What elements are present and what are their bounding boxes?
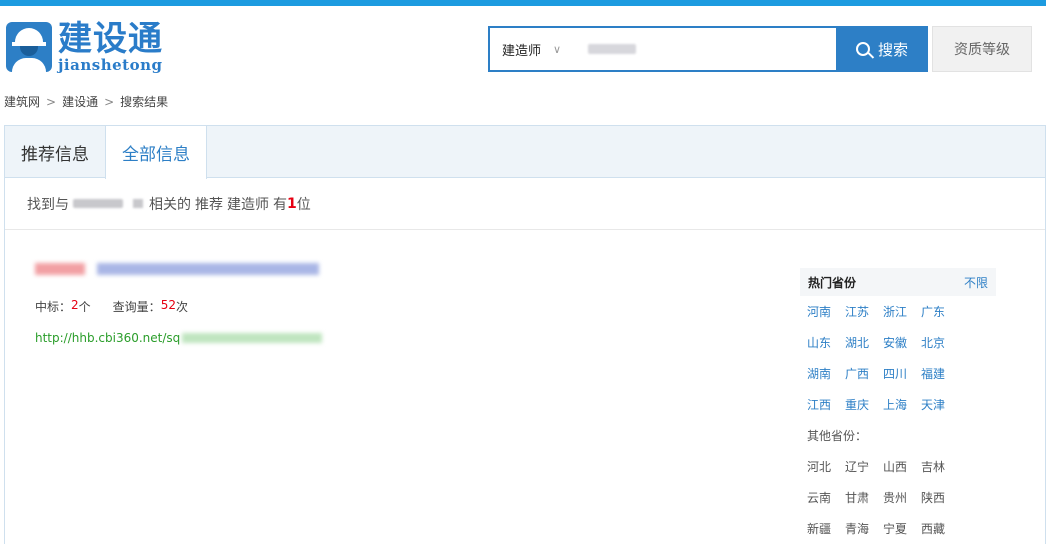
province-link[interactable]: 山西 bbox=[883, 458, 907, 475]
province-link[interactable]: 浙江 bbox=[883, 303, 907, 320]
list-item: 中标： 2 个 查询量： 52 次 http://hhb.cbi360.net/… bbox=[35, 258, 355, 345]
province-link[interactable]: 江苏 bbox=[845, 303, 869, 320]
province-all-link[interactable]: 不限 bbox=[964, 274, 988, 291]
blurred-keyword bbox=[133, 199, 143, 208]
province-link[interactable]: 湖北 bbox=[845, 334, 869, 351]
result-title-link[interactable] bbox=[35, 258, 355, 280]
province-link[interactable]: 云南 bbox=[807, 489, 831, 506]
blurred-name bbox=[35, 263, 85, 275]
breadcrumb-separator: > bbox=[104, 94, 115, 109]
blurred-company bbox=[97, 263, 319, 275]
summary-prefix: 找到与 bbox=[27, 196, 69, 213]
province-row: 新疆 青海 宁夏 西藏 bbox=[800, 513, 996, 544]
tab-all[interactable]: 全部信息 bbox=[105, 126, 207, 179]
summary-category: 建造师 bbox=[227, 196, 269, 213]
breadcrumb: 建筑网 > 建设通 > 搜索结果 bbox=[4, 93, 168, 110]
province-link[interactable]: 四川 bbox=[883, 365, 907, 382]
province-link[interactable]: 陕西 bbox=[921, 489, 945, 506]
qualification-grade-button[interactable]: 资质等级 bbox=[932, 26, 1032, 72]
breadcrumb-current: 搜索结果 bbox=[120, 95, 169, 109]
province-link[interactable]: 广西 bbox=[845, 365, 869, 382]
breadcrumb-item[interactable]: 建设通 bbox=[62, 93, 98, 110]
summary-mid: 相关的 bbox=[149, 196, 191, 213]
province-row: 湖南 广西 四川 福建 bbox=[800, 358, 996, 389]
province-link[interactable]: 河南 bbox=[807, 303, 831, 320]
province-row: 云南 甘肃 贵州 陕西 bbox=[800, 482, 996, 513]
blurred-search-text bbox=[588, 44, 636, 54]
site-logo[interactable]: 建设通 jianshetong bbox=[6, 20, 163, 74]
province-row: 江西 重庆 上海 天津 bbox=[800, 389, 996, 420]
province-filter-header: 热门省份 不限 bbox=[800, 268, 996, 296]
search-icon bbox=[855, 42, 870, 56]
province-link[interactable]: 青海 bbox=[845, 520, 869, 537]
province-link[interactable]: 重庆 bbox=[845, 396, 869, 413]
result-stats: 中标： 2 个 查询量： 52 次 bbox=[35, 298, 355, 315]
summary-has: 有 bbox=[273, 196, 287, 213]
province-row: 河南 江苏 浙江 广东 bbox=[800, 296, 996, 327]
province-link[interactable]: 吉林 bbox=[921, 458, 945, 475]
province-row: 河北 辽宁 山西 吉林 bbox=[800, 451, 996, 482]
logo-text: 建设通 jianshetong bbox=[58, 21, 163, 73]
search-category-value: 建造师 bbox=[502, 43, 542, 59]
query-label: 查询量： bbox=[112, 300, 161, 314]
blurred-url bbox=[182, 333, 323, 343]
logo-en: jianshetong bbox=[58, 56, 163, 74]
province-link[interactable]: 甘肃 bbox=[845, 489, 869, 506]
query-unit: 次 bbox=[175, 300, 188, 314]
result-count: 1 bbox=[287, 195, 297, 212]
breadcrumb-separator: > bbox=[46, 94, 57, 109]
result-url-text: http://hhb.cbi360.net/sq bbox=[35, 331, 181, 345]
province-link[interactable]: 福建 bbox=[921, 365, 945, 382]
province-link[interactable]: 河北 bbox=[807, 458, 831, 475]
bid-label: 中标： bbox=[35, 300, 72, 314]
search-button-label: 搜索 bbox=[877, 40, 908, 59]
tab-recommended[interactable]: 推荐信息 bbox=[5, 126, 105, 178]
province-link[interactable]: 辽宁 bbox=[845, 458, 869, 475]
search-category-select[interactable]: 建造师 ∨ bbox=[490, 28, 586, 70]
province-link[interactable]: 湖南 bbox=[807, 365, 831, 382]
province-link[interactable]: 天津 bbox=[921, 396, 945, 413]
result-url-link[interactable]: http://hhb.cbi360.net/sq bbox=[35, 331, 355, 345]
bid-count: 2 bbox=[71, 298, 79, 312]
summary-unit: 位 bbox=[296, 196, 311, 213]
logo-icon bbox=[6, 22, 52, 72]
breadcrumb-item[interactable]: 建筑网 bbox=[4, 93, 40, 110]
province-link[interactable]: 西藏 bbox=[921, 520, 945, 537]
province-filter: 热门省份 不限 河南 江苏 浙江 广东 山东 湖北 安徽 北京 湖南 广西 四川… bbox=[800, 268, 996, 544]
province-link[interactable]: 宁夏 bbox=[883, 520, 907, 537]
blurred-keyword bbox=[73, 199, 123, 208]
province-link[interactable]: 贵州 bbox=[883, 489, 907, 506]
top-banner-strip bbox=[0, 0, 1046, 6]
other-provinces-label: 其他省份： bbox=[807, 429, 868, 443]
search-button[interactable]: 搜索 bbox=[836, 26, 928, 72]
province-link[interactable]: 北京 bbox=[921, 334, 945, 351]
province-link[interactable]: 新疆 bbox=[807, 520, 831, 537]
search-bar: 建造师 ∨ 搜索 bbox=[488, 26, 928, 72]
hot-provinces-title: 热门省份 bbox=[808, 275, 857, 290]
chevron-down-icon: ∨ bbox=[553, 42, 562, 56]
province-link[interactable]: 山东 bbox=[807, 334, 831, 351]
summary-type: 推荐 bbox=[195, 196, 223, 213]
province-link[interactable]: 江西 bbox=[807, 396, 831, 413]
tab-bar: 推荐信息 全部信息 bbox=[5, 126, 1045, 179]
bid-unit: 个 bbox=[78, 300, 91, 314]
result-summary: 找到与 相关的 推荐 建造师 有1位 bbox=[5, 178, 1045, 230]
province-link[interactable]: 广东 bbox=[921, 303, 945, 320]
province-link[interactable]: 安徽 bbox=[883, 334, 907, 351]
province-row: 山东 湖北 安徽 北京 bbox=[800, 327, 996, 358]
logo-cn: 建设通 bbox=[58, 19, 163, 59]
province-link[interactable]: 上海 bbox=[883, 396, 907, 413]
query-count: 52 bbox=[160, 298, 176, 312]
